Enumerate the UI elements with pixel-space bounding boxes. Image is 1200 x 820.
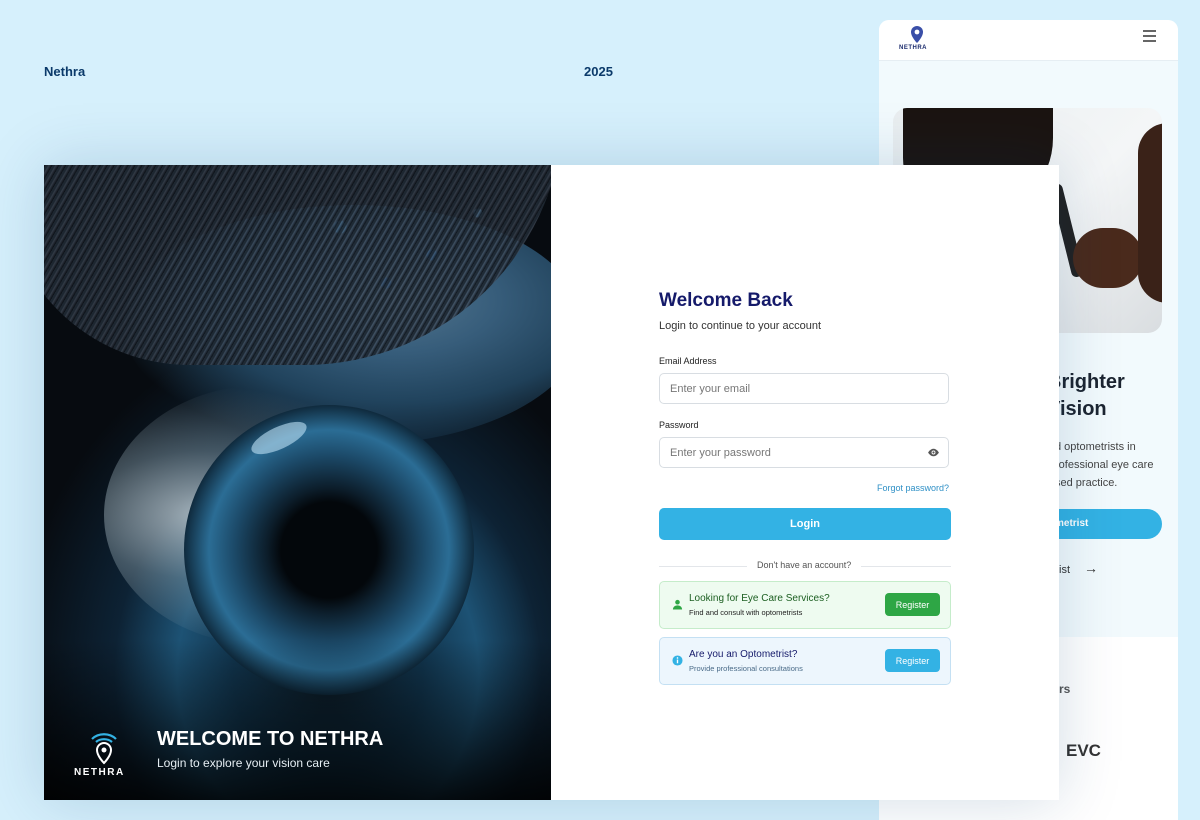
register-patient-card: Looking for Eye Care Services? Find and …: [659, 581, 951, 629]
divider-text: Don't have an account?: [747, 560, 862, 570]
email-field[interactable]: [660, 374, 920, 403]
nethra-logo-icon: [911, 26, 923, 43]
logo-word: NETHRA: [74, 767, 125, 778]
password-label: Password: [659, 420, 699, 430]
evc-logo: EVC: [1066, 741, 1101, 760]
show-password-icon[interactable]: [927, 447, 940, 458]
form-title: Welcome Back: [659, 290, 793, 311]
email-field-wrapper: [659, 373, 949, 404]
hamburger-menu-icon[interactable]: [1143, 30, 1156, 45]
welcome-subtitle: Login to explore your vision care: [157, 756, 330, 770]
nethra-logo-icon: [91, 733, 117, 765]
person-icon: [672, 599, 683, 610]
register-optometrist-title: Are you an Optometrist?: [689, 649, 798, 660]
arrow-right-icon: →: [1084, 560, 1098, 576]
register-patient-title: Looking for Eye Care Services?: [689, 593, 830, 604]
login-card: NETHRA WELCOME TO NETHRA Login to explor…: [44, 165, 1059, 800]
mobile-description: d optometrists in rofessional eye care s…: [1055, 441, 1154, 489]
year-label: 2025: [584, 64, 613, 79]
eye-hero-panel: NETHRA WELCOME TO NETHRA Login to explor…: [44, 165, 551, 800]
password-field[interactable]: [660, 438, 920, 467]
forgot-password-link[interactable]: Forgot password?: [877, 483, 949, 493]
nethra-logo: NETHRA: [74, 727, 134, 778]
form-subtitle: Login to continue to your account: [659, 320, 822, 332]
register-patient-description: Find and consult with optometrists: [689, 608, 803, 617]
mobile-secondary-link[interactable]: ist →: [1059, 560, 1098, 576]
register-optometrist-description: Provide professional consultations: [689, 664, 803, 673]
mobile-header: NETHRA: [879, 20, 1178, 61]
password-field-wrapper: [659, 437, 949, 468]
register-optometrist-button[interactable]: Register: [885, 649, 940, 672]
info-icon: [672, 655, 683, 666]
email-label: Email Address: [659, 356, 717, 366]
mobile-logo-word: NETHRA: [899, 45, 927, 51]
brand-label: Nethra: [44, 64, 86, 79]
welcome-title: WELCOME TO NETHRA: [157, 728, 384, 750]
login-button[interactable]: Login: [659, 508, 951, 540]
register-optometrist-card: Are you an Optometrist? Provide professi…: [659, 637, 951, 685]
register-patient-button[interactable]: Register: [885, 593, 940, 616]
